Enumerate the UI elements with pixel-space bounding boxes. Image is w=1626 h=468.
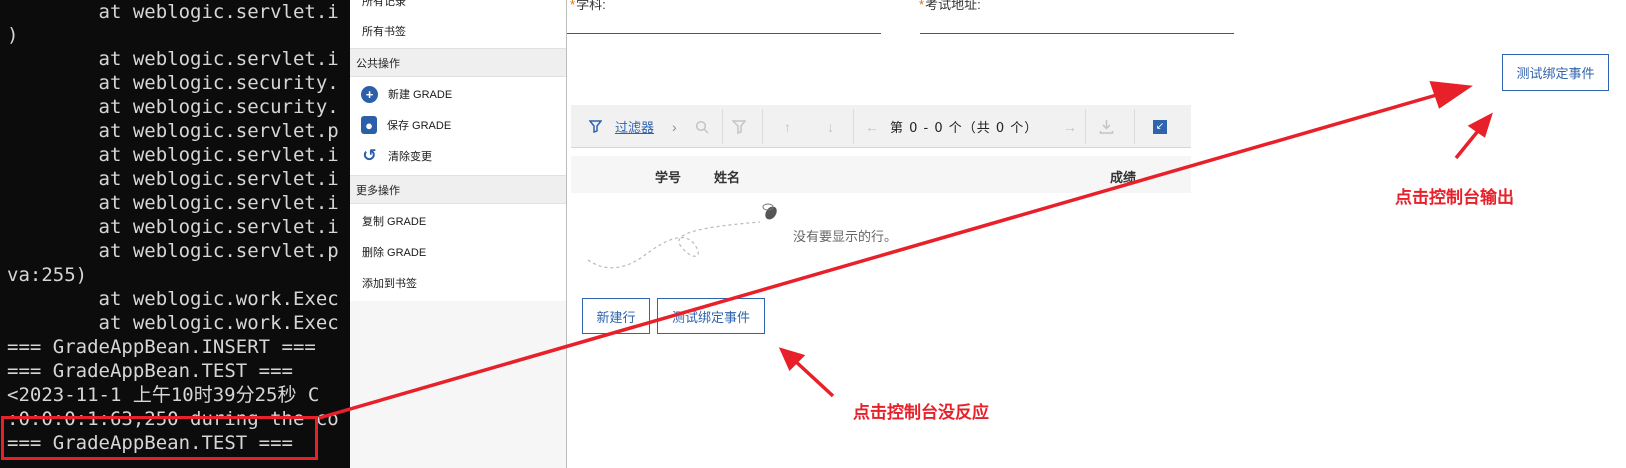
subject-label-text: 学科: [576, 0, 606, 12]
console-line: at weblogic.security. [7, 96, 339, 118]
download-icon[interactable] [1099, 105, 1114, 148]
chevron-right-icon[interactable]: › [672, 105, 677, 148]
required-marker: * [919, 0, 925, 12]
menu-item-label: 添加到书签 [362, 278, 417, 290]
menu-item-copy-grade[interactable]: 复制 GRADE [350, 206, 566, 236]
arrow-right-icon[interactable]: → [1063, 105, 1077, 148]
required-marker: * [570, 0, 576, 12]
console-line: <2023-11-1 上午10时39分25秒 C [7, 384, 320, 406]
subject-input[interactable] [567, 33, 881, 34]
console-line: at weblogic.work.Exec [7, 312, 339, 334]
section-header-public-ops: 公共操作 [350, 48, 566, 77]
filter-link[interactable]: 过滤器 [615, 105, 654, 148]
test-bind-event-button[interactable]: 测试绑定事件 [657, 298, 765, 334]
console-line: at weblogic.servlet.i [7, 216, 339, 238]
console-line: at weblogic.servlet.i [7, 168, 339, 190]
search-icon[interactable] [695, 105, 709, 148]
menu-item-save-grade[interactable]: ● 保存 GRADE [350, 110, 566, 140]
console-line: at weblogic.security. [7, 72, 339, 94]
console-line: at weblogic.servlet.i [7, 48, 339, 70]
arrow-up-icon[interactable]: ↑ [784, 105, 791, 148]
console-line: at weblogic.servlet.i [7, 1, 339, 23]
new-row-button[interactable]: 新建行 [582, 298, 650, 334]
console-line: va:255) [7, 264, 88, 286]
console-line: at weblogic.servlet.i [7, 144, 339, 166]
empty-table-message: 没有要显示的行。 [793, 230, 898, 245]
console-line: at weblogic.servlet.p [7, 120, 339, 142]
menu-item-label: 清除变更 [388, 151, 432, 163]
main-panel: *学科: *考试地址: 测试绑定事件 过滤器 › ↑ ↓ ← 第 0 - 0 个… [567, 0, 1626, 468]
console-line: at weblogic.servlet.p [7, 240, 339, 262]
toolbar-separator [762, 109, 763, 144]
sidebar-empty-area [350, 301, 566, 468]
console-highlight-box [1, 416, 318, 460]
actions-sidebar: 所有记录 所有书签 公共操作 + 新建 GRADE ● 保存 GRADE ↺ 清… [350, 0, 567, 468]
section-header-more-ops: 更多操作 [350, 175, 566, 204]
filter-link-label: 过滤器 [615, 121, 655, 136]
console-line: ) [7, 24, 19, 46]
menu-item-label: 所有记录 [362, 0, 406, 8]
menu-item-label: 复制 GRADE [362, 216, 427, 228]
test-bind-event-button-top[interactable]: 测试绑定事件 [1502, 54, 1609, 91]
console-line: at weblogic.servlet.i [7, 192, 339, 214]
pager-text: 第 0 - 0 个（共 0 个） [890, 105, 1038, 148]
console-line: === GradeAppBean.TEST === [7, 360, 293, 382]
menu-item-label: 保存 GRADE [387, 120, 452, 132]
exam-address-input[interactable] [920, 33, 1234, 34]
table-toolbar: 过滤器 › ↑ ↓ ← 第 0 - 0 个（共 0 个） → ↙ [571, 105, 1191, 148]
annotation-console-no-response: 点击控制台没反应 [853, 403, 989, 423]
toolbar-separator [1134, 109, 1135, 144]
exam-address-label-text: 考试地址: [925, 0, 981, 12]
column-header-name[interactable]: 姓名 [714, 167, 740, 186]
menu-item-all-bookmarks[interactable]: 所有书签 [350, 16, 566, 46]
console-line: === GradeAppBean.INSERT === [7, 336, 316, 358]
menu-item-new-grade[interactable]: + 新建 GRADE [350, 79, 566, 109]
menu-item-label: 新建 GRADE [388, 89, 453, 101]
save-icon: ● [361, 116, 377, 134]
filter-icon[interactable] [589, 105, 602, 148]
exam-address-field-label: *考试地址: [919, 0, 981, 13]
menu-item-delete-grade[interactable]: 删除 GRADE [350, 237, 566, 267]
menu-item-add-bookmark[interactable]: 添加到书签 [350, 268, 566, 298]
console-line: at weblogic.work.Exec [7, 288, 339, 310]
console-window: at weblogic.servlet.i ) at weblogic.serv… [0, 0, 350, 468]
collapse-icon[interactable]: ↙ [1153, 105, 1167, 148]
empty-state-illustration [587, 203, 777, 269]
toolbar-separator [853, 109, 854, 144]
menu-item-all-records[interactable]: 所有记录 [350, 0, 566, 16]
menu-item-label: 所有书签 [362, 26, 406, 38]
clear-filter-icon[interactable] [732, 105, 746, 148]
menu-item-clear-changes[interactable]: ↺ 清除变更 [350, 141, 566, 171]
arrow-left-icon[interactable]: ← [865, 105, 879, 148]
column-header-student-id[interactable]: 学号 [655, 167, 681, 186]
add-icon: + [361, 85, 378, 103]
pager-label: 第 0 - 0 个（共 0 个） [890, 121, 1039, 136]
undo-icon: ↺ [362, 146, 377, 165]
arrow-down-icon[interactable]: ↓ [827, 105, 834, 148]
table-header: 学号 姓名 成绩 [571, 156, 1191, 193]
annotation-console-output: 点击控制台输出 [1395, 188, 1514, 208]
subject-field-label: *学科: [570, 0, 606, 13]
column-header-score[interactable]: 成绩 [1110, 167, 1136, 186]
menu-item-label: 删除 GRADE [362, 247, 427, 259]
toolbar-separator [1085, 109, 1086, 144]
toolbar-separator [722, 109, 723, 144]
